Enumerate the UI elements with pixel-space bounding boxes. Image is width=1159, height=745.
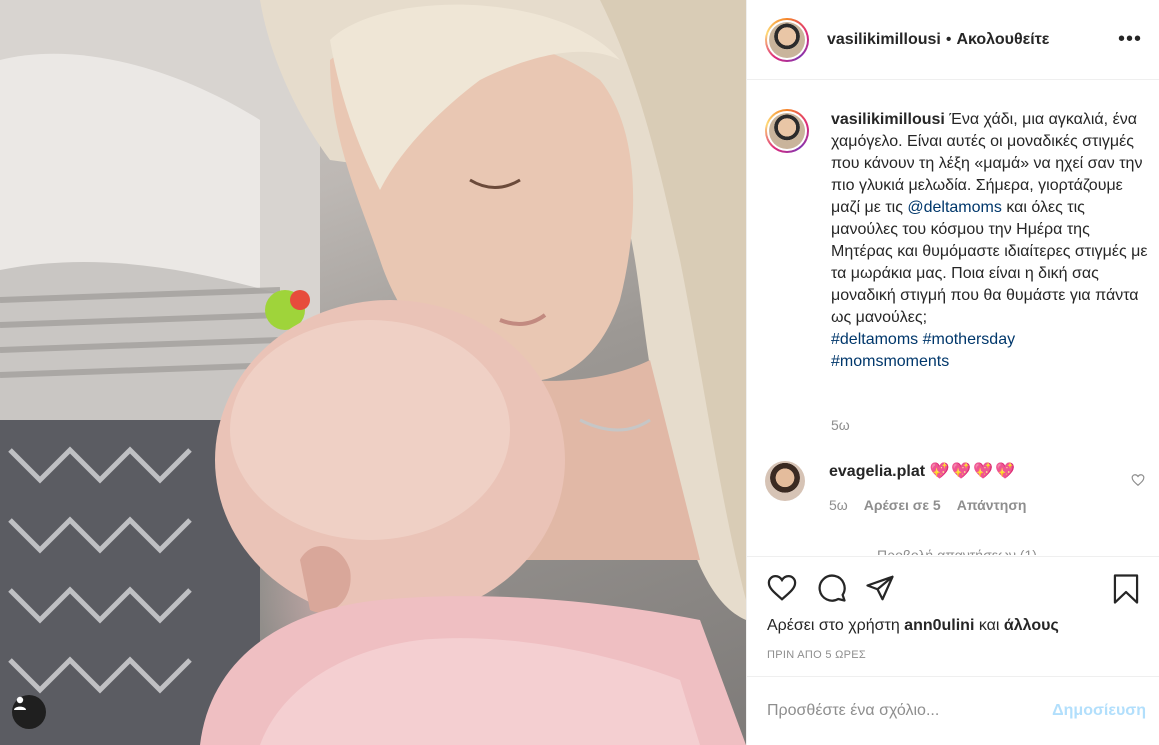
- comment-text: 💖💖💖💖: [929, 463, 1018, 480]
- post-caption: vasilikimillousi Ένα χάδι, μια αγκαλιά, …: [765, 109, 1155, 373]
- commenter-username[interactable]: evagelia.plat: [829, 463, 925, 480]
- add-comment-form: Δημοσίευση: [747, 676, 1159, 745]
- post-photo[interactable]: [0, 0, 746, 745]
- view-replies-link[interactable]: Προβολή απαντήσεων (1): [877, 547, 1037, 555]
- likes-others-link[interactable]: άλλους: [1004, 617, 1059, 634]
- hashtag-link[interactable]: #momsmoments: [831, 353, 949, 370]
- separator-dot: •: [945, 30, 952, 48]
- share-icon[interactable]: [865, 573, 895, 603]
- author-username[interactable]: vasilikimillousi: [827, 31, 941, 49]
- caption-body-2: και όλες τις μανούλες του κόσμου την Ημέ…: [831, 199, 1148, 326]
- comment-likes-link[interactable]: Αρέσει σε 5: [864, 497, 941, 513]
- post-comment-button[interactable]: Δημοσίευση: [1052, 702, 1146, 720]
- author-avatar[interactable]: [765, 17, 809, 62]
- post-time-ago[interactable]: ΠΡΙΝ ΑΠΟ 5 ΩΡΕΣ: [767, 649, 866, 661]
- post-actions: Αρέσει στο χρήστη ann0ulini και άλλους Π…: [747, 556, 1159, 676]
- post-header: vasilikimillousi • Ακολουθείτε •••: [747, 0, 1159, 80]
- comment-item: evagelia.plat 💖💖💖💖 5ω Αρέσει σε 5 Απάντη…: [765, 461, 1155, 513]
- photo-illustration: [0, 0, 746, 745]
- comment-input[interactable]: [767, 702, 1053, 720]
- comments-scroll-area[interactable]: vasilikimillousi Ένα χάδι, μια αγκαλιά, …: [747, 81, 1159, 556]
- comment-timestamp: 5ω: [829, 497, 848, 513]
- more-options-icon[interactable]: •••: [1118, 28, 1142, 51]
- likes-summary: Αρέσει στο χρήστη ann0ulini και άλλους: [767, 617, 1059, 635]
- user-tag-icon: [14, 696, 26, 710]
- hashtag-link[interactable]: #mothersday: [923, 331, 1016, 348]
- author-avatar-image: [769, 21, 805, 58]
- likes-and: και: [978, 617, 1000, 634]
- caption-author-avatar[interactable]: [765, 109, 809, 153]
- heart-icon[interactable]: [767, 573, 797, 603]
- post-side-panel: vasilikimillousi • Ακολουθείτε ••• vasil…: [746, 0, 1159, 745]
- liker-username[interactable]: ann0ulini: [904, 617, 974, 634]
- reply-button[interactable]: Απάντηση: [957, 497, 1027, 513]
- hashtag-link[interactable]: #deltamoms: [831, 331, 918, 348]
- likes-prefix: Αρέσει στο χρήστη: [767, 617, 900, 634]
- bookmark-icon[interactable]: [1111, 573, 1141, 605]
- caption-timestamp: 5ω: [831, 417, 850, 433]
- commenter-avatar[interactable]: [765, 461, 805, 501]
- instagram-post-modal: vasilikimillousi • Ακολουθείτε ••• vasil…: [0, 0, 1159, 745]
- user-tag-button[interactable]: [12, 695, 46, 729]
- comment-icon[interactable]: [817, 573, 847, 603]
- caption-text: vasilikimillousi Ένα χάδι, μια αγκαλιά, …: [831, 109, 1151, 373]
- caption-username[interactable]: vasilikimillousi: [831, 111, 945, 128]
- following-button[interactable]: Ακολουθείτε: [956, 31, 1049, 49]
- mention-link[interactable]: @deltamoms: [907, 199, 1002, 216]
- caption-author-avatar-image: [769, 113, 805, 149]
- comment-heart-icon[interactable]: [1131, 473, 1145, 487]
